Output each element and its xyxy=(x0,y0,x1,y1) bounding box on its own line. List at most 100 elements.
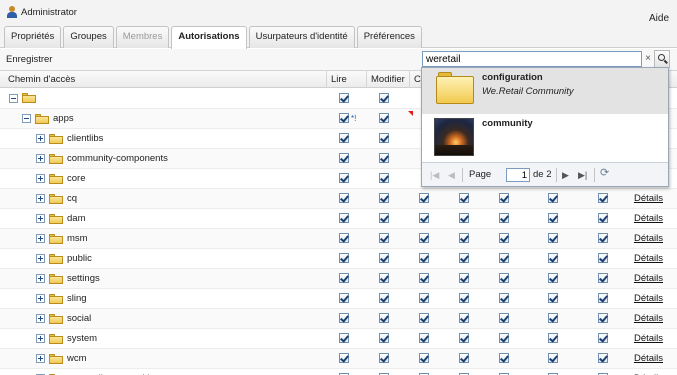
search-button[interactable] xyxy=(654,50,670,68)
read-checkbox[interactable] xyxy=(339,253,349,263)
read-acl-checkbox[interactable] xyxy=(499,333,509,343)
edit-acl-checkbox[interactable] xyxy=(548,353,558,363)
read-checkbox[interactable] xyxy=(339,333,349,343)
clear-search-button[interactable]: × xyxy=(643,52,653,66)
read-acl-checkbox[interactable] xyxy=(499,233,509,243)
modify-checkbox[interactable] xyxy=(379,313,389,323)
expand-icon[interactable] xyxy=(36,154,45,163)
modify-checkbox[interactable] xyxy=(379,253,389,263)
edit-acl-checkbox[interactable] xyxy=(548,313,558,323)
details-link[interactable]: Détails xyxy=(634,253,663,264)
expand-icon[interactable] xyxy=(36,354,45,363)
node-label[interactable]: settings xyxy=(67,273,100,284)
delete-checkbox[interactable] xyxy=(459,193,469,203)
modify-checkbox[interactable] xyxy=(379,273,389,283)
modify-checkbox[interactable] xyxy=(379,113,389,123)
refresh-icon[interactable]: ⟳ xyxy=(600,168,609,179)
node-label[interactable]: community-components xyxy=(67,153,168,164)
edit-acl-checkbox[interactable] xyxy=(548,293,558,303)
read-checkbox[interactable] xyxy=(339,133,349,143)
create-checkbox[interactable] xyxy=(419,333,429,343)
delete-checkbox[interactable] xyxy=(459,353,469,363)
replicate-checkbox[interactable] xyxy=(598,193,608,203)
delete-checkbox[interactable] xyxy=(459,253,469,263)
details-link[interactable]: Détails xyxy=(634,353,663,364)
delete-checkbox[interactable] xyxy=(459,213,469,223)
edit-acl-checkbox[interactable] xyxy=(548,193,558,203)
edit-acl-checkbox[interactable] xyxy=(548,333,558,343)
node-label[interactable]: social xyxy=(67,313,91,324)
edit-acl-checkbox[interactable] xyxy=(548,213,558,223)
edit-acl-checkbox[interactable] xyxy=(548,233,558,243)
expand-icon[interactable] xyxy=(36,334,45,343)
delete-checkbox[interactable] xyxy=(459,293,469,303)
create-checkbox[interactable] xyxy=(419,193,429,203)
collapse-icon[interactable] xyxy=(9,93,18,103)
tab-autorisations[interactable]: Autorisations xyxy=(171,26,247,49)
read-acl-checkbox[interactable] xyxy=(499,253,509,263)
node-label[interactable]: clientlibs xyxy=(67,133,103,144)
expand-icon[interactable] xyxy=(36,254,45,263)
node-label[interactable]: msm xyxy=(67,233,88,244)
replicate-checkbox[interactable] xyxy=(598,273,608,283)
create-checkbox[interactable] xyxy=(419,233,429,243)
expand-icon[interactable] xyxy=(36,234,45,243)
read-acl-checkbox[interactable] xyxy=(499,273,509,283)
next-page-icon[interactable]: ▶ xyxy=(562,170,569,180)
read-checkbox[interactable] xyxy=(339,193,349,203)
result-item-community[interactable]: community xyxy=(422,114,668,160)
expand-icon[interactable] xyxy=(36,194,45,203)
modify-checkbox[interactable] xyxy=(379,193,389,203)
read-checkbox[interactable] xyxy=(339,293,349,303)
expand-icon[interactable] xyxy=(36,294,45,303)
modify-checkbox[interactable] xyxy=(379,173,389,183)
read-checkbox[interactable] xyxy=(339,353,349,363)
last-page-icon[interactable]: ▶| xyxy=(578,170,587,180)
details-link[interactable]: Détails xyxy=(634,213,663,224)
replicate-checkbox[interactable] xyxy=(598,333,608,343)
details-link[interactable]: Détails xyxy=(634,333,663,344)
read-acl-checkbox[interactable] xyxy=(499,313,509,323)
create-checkbox[interactable] xyxy=(419,253,429,263)
read-checkbox[interactable] xyxy=(339,273,349,283)
column-header-path[interactable]: Chemin d'accès xyxy=(4,71,326,88)
delete-checkbox[interactable] xyxy=(459,233,469,243)
details-link[interactable]: Détails xyxy=(634,193,663,204)
modify-checkbox[interactable] xyxy=(379,93,389,103)
node-label[interactable]: public xyxy=(67,253,92,264)
collapse-icon[interactable] xyxy=(22,114,31,123)
modify-checkbox[interactable] xyxy=(379,293,389,303)
expand-icon[interactable] xyxy=(36,214,45,223)
create-checkbox[interactable] xyxy=(419,353,429,363)
read-acl-checkbox[interactable] xyxy=(499,353,509,363)
read-acl-checkbox[interactable] xyxy=(499,293,509,303)
expand-icon[interactable] xyxy=(36,134,45,143)
details-link[interactable]: Détails xyxy=(634,293,663,304)
modify-checkbox[interactable] xyxy=(379,213,389,223)
read-checkbox[interactable] xyxy=(339,113,349,123)
expand-icon[interactable] xyxy=(36,274,45,283)
replicate-checkbox[interactable] xyxy=(598,293,608,303)
read-checkbox[interactable] xyxy=(339,313,349,323)
node-label[interactable]: apps xyxy=(53,113,74,124)
read-checkbox[interactable] xyxy=(339,93,349,103)
modify-checkbox[interactable] xyxy=(379,233,389,243)
details-link[interactable]: Détails xyxy=(634,233,663,244)
edit-acl-checkbox[interactable] xyxy=(548,273,558,283)
node-label[interactable]: wcm xyxy=(67,353,87,364)
create-checkbox[interactable] xyxy=(419,213,429,223)
details-link[interactable]: Détails xyxy=(634,313,663,324)
read-checkbox[interactable] xyxy=(339,153,349,163)
create-checkbox[interactable] xyxy=(419,313,429,323)
previous-page-icon[interactable]: ◀ xyxy=(448,170,455,180)
modify-checkbox[interactable] xyxy=(379,333,389,343)
modify-checkbox[interactable] xyxy=(379,133,389,143)
replicate-checkbox[interactable] xyxy=(598,233,608,243)
delete-checkbox[interactable] xyxy=(459,273,469,283)
node-label[interactable]: core xyxy=(67,173,85,184)
read-checkbox[interactable] xyxy=(339,233,349,243)
create-checkbox[interactable] xyxy=(419,293,429,303)
node-label[interactable]: cq xyxy=(67,193,77,204)
read-acl-checkbox[interactable] xyxy=(499,213,509,223)
delete-checkbox[interactable] xyxy=(459,313,469,323)
